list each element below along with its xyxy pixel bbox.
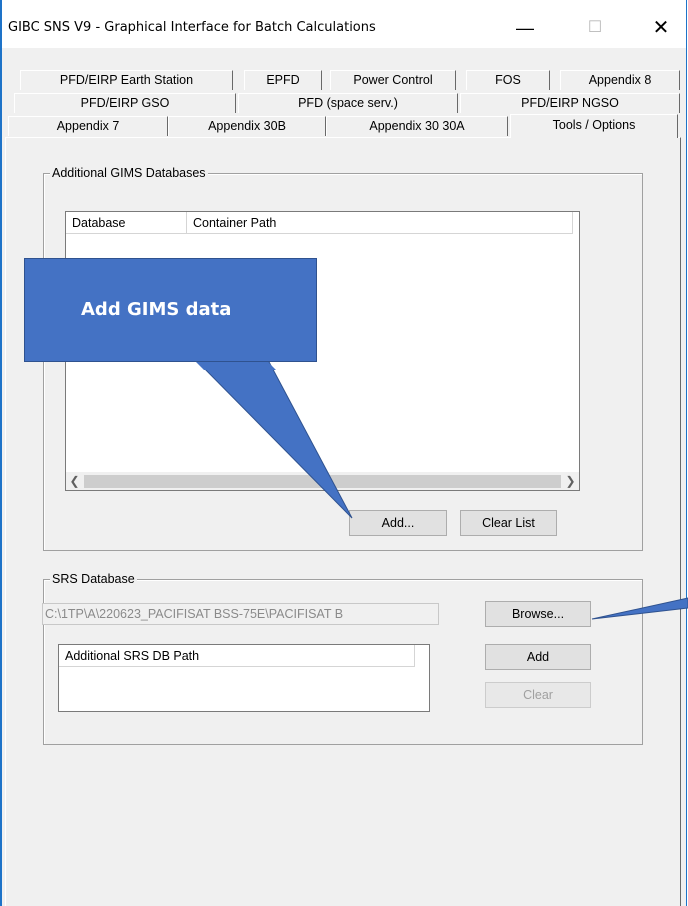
gims-list-header: Database Container Path bbox=[66, 212, 579, 234]
title-bar: GIBC SNS V9 - Graphical Interface for Ba… bbox=[0, 0, 686, 48]
tab-power-control[interactable]: Power Control bbox=[330, 70, 456, 90]
chevron-left-icon[interactable]: ❮ bbox=[66, 473, 83, 490]
maximize-button[interactable]: ☐ bbox=[572, 14, 618, 42]
srs-list-header: Additional SRS DB Path bbox=[59, 645, 429, 667]
tab-pfd-space-serv[interactable]: PFD (space serv.) bbox=[238, 93, 458, 113]
tab-pfd-eirp-earth-station[interactable]: PFD/EIRP Earth Station bbox=[20, 70, 233, 90]
tab-appendix-8[interactable]: Appendix 8 bbox=[560, 70, 680, 90]
gims-add-button[interactable]: Add... bbox=[349, 510, 447, 536]
window-left-border bbox=[0, 48, 2, 906]
srs-add-button[interactable]: Add bbox=[485, 644, 591, 670]
gims-databases-group: Additional GIMS Databases Database Conta… bbox=[43, 166, 643, 551]
tab-fos[interactable]: FOS bbox=[466, 70, 550, 90]
tab-pfd-eirp-gso[interactable]: PFD/EIRP GSO bbox=[14, 93, 236, 113]
add-gims-callout: Add GIMS data bbox=[24, 258, 317, 362]
gims-list-horizontal-scrollbar[interactable]: ❮ ❯ bbox=[66, 472, 579, 490]
additional-srs-db-list[interactable]: Additional SRS DB Path bbox=[58, 644, 430, 712]
gims-group-label: Additional GIMS Databases bbox=[50, 166, 208, 180]
column-header-database[interactable]: Database bbox=[66, 212, 187, 234]
srs-path-field[interactable]: C:\1TP\A\220623_PACIFISAT BSS-75E\PACIFI… bbox=[42, 603, 439, 625]
srs-clear-button: Clear bbox=[485, 682, 591, 708]
srs-group-label: SRS Database bbox=[50, 572, 137, 586]
window-title: GIBC SNS V9 - Graphical Interface for Ba… bbox=[8, 20, 376, 35]
callout-text: Add GIMS data bbox=[81, 299, 232, 320]
tab-appendix-30-30a[interactable]: Appendix 30 30A bbox=[326, 116, 508, 136]
browse-button[interactable]: Browse... bbox=[485, 601, 591, 627]
main-window: GIBC SNS V9 - Graphical Interface for Ba… bbox=[0, 0, 687, 906]
minimize-button[interactable]: — bbox=[502, 14, 548, 42]
tab-appendix-7[interactable]: Appendix 7 bbox=[8, 116, 168, 136]
srs-database-group: SRS Database C:\1TP\A\220623_PACIFISAT B… bbox=[42, 572, 643, 745]
gims-clear-list-button[interactable]: Clear List bbox=[460, 510, 557, 536]
tab-tools-options[interactable]: Tools / Options bbox=[510, 114, 678, 138]
close-button[interactable]: ✕ bbox=[638, 14, 684, 42]
chevron-right-icon[interactable]: ❯ bbox=[562, 473, 579, 490]
column-header-container-path[interactable]: Container Path bbox=[187, 212, 573, 234]
scrollbar-thumb[interactable] bbox=[84, 475, 561, 488]
tab-epfd[interactable]: EPFD bbox=[244, 70, 322, 90]
tab-appendix-30b[interactable]: Appendix 30B bbox=[168, 116, 326, 136]
tab-panel-tools-options: Additional GIMS Databases Database Conta… bbox=[5, 137, 681, 906]
tab-pfd-eirp-ngso[interactable]: PFD/EIRP NGSO bbox=[460, 93, 680, 113]
column-header-additional-srs-db-path[interactable]: Additional SRS DB Path bbox=[59, 645, 415, 667]
